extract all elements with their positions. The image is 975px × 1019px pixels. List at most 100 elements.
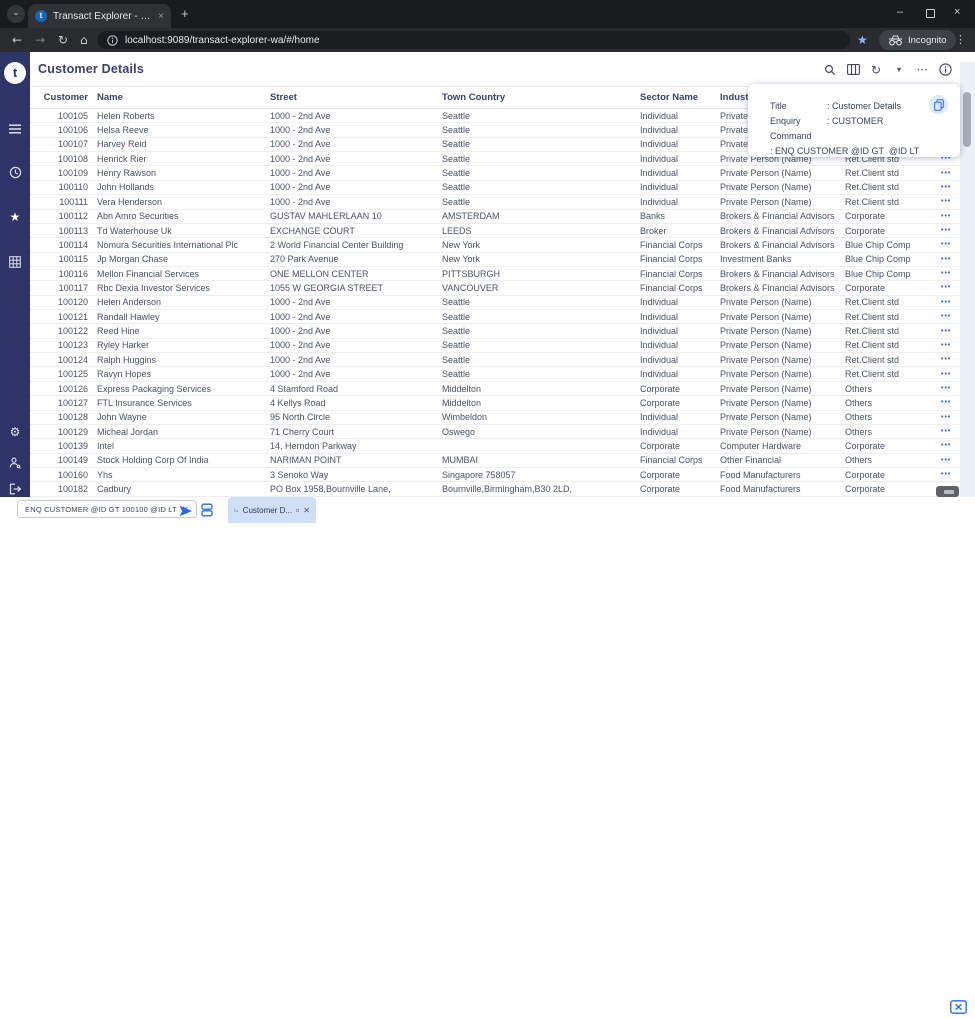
cell: Corporate xyxy=(845,484,886,495)
table-row[interactable]: 100127 FTL Insurance Services 4 Kellys Roa… xyxy=(30,396,960,411)
user-access-icon[interactable] xyxy=(0,456,30,474)
row-actions-button[interactable]: ••• xyxy=(941,241,960,248)
new-tab-button[interactable]: + xyxy=(181,6,189,21)
favorites-star-icon[interactable]: ★ xyxy=(0,210,30,224)
row-actions-button[interactable]: ••• xyxy=(941,471,960,478)
row-actions-button[interactable]: ••• xyxy=(941,356,960,363)
browser-tab[interactable]: t Transact Explorer - Model Bank × xyxy=(28,4,171,28)
row-actions-button[interactable]: ••• xyxy=(941,270,960,277)
table-row[interactable]: 100122 Reed Hine 1000 - 2nd Ave Seattle Indi… xyxy=(30,324,960,339)
bookmark-star-icon[interactable]: ★ xyxy=(857,28,868,52)
app-logo[interactable]: t xyxy=(4,62,26,84)
address-bar[interactable]: localhost:9089/transact-explorer-wa/#/ho… xyxy=(97,31,850,49)
row-actions-button[interactable]: ••• xyxy=(941,385,960,392)
cell: 100110 xyxy=(58,182,88,193)
row-actions-button[interactable]: ••• xyxy=(941,170,960,177)
browser-menu-icon[interactable]: ⋮ xyxy=(955,28,966,52)
table-row[interactable]: 100120 Helen Anderson 1000 - 2nd Ave Seattl… xyxy=(30,296,960,311)
home-icon[interactable]: ⌂ xyxy=(80,28,88,52)
table-row[interactable]: 100126 Express Packaging Services 4 Stamfo… xyxy=(30,382,960,397)
row-actions-button[interactable]: ••• xyxy=(941,198,960,205)
column-header-customer[interactable]: Customer xyxy=(30,92,88,103)
table-row[interactable]: 100117 Rbc Dexia Investor Services 1055 W … xyxy=(30,281,960,296)
column-header-sector-name[interactable]: Sector Name xyxy=(640,92,720,103)
svg-text:A: A xyxy=(236,508,238,512)
cell: Intel xyxy=(97,440,115,451)
vertical-scrollbar[interactable] xyxy=(960,62,975,497)
row-actions-button[interactable]: ••• xyxy=(941,399,960,406)
drag-handle[interactable] xyxy=(936,486,959,497)
table-row[interactable]: 100112 Abn Amro Securities GUSTAV MAHLERLA… xyxy=(30,210,960,224)
window-maximize-button[interactable] xyxy=(926,9,935,18)
column-header-street[interactable]: Street xyxy=(270,92,442,103)
table-row[interactable]: 100182 Cadbury PO Box 1958,Bournville Lane… xyxy=(30,482,960,497)
open-in-window-icon[interactable] xyxy=(296,506,300,515)
open-tab-close-icon[interactable]: ✕ xyxy=(303,506,310,515)
back-icon[interactable]: ← xyxy=(12,28,22,52)
row-actions-button[interactable]: ••• xyxy=(941,256,960,263)
window-minimize-button[interactable]: – xyxy=(897,6,903,18)
table-row[interactable]: 100125 Ravyn Hopes 1000 - 2nd Ave Seattle In… xyxy=(30,367,960,382)
row-actions-button[interactable]: ••• xyxy=(941,313,960,320)
row-actions-button[interactable]: ••• xyxy=(941,342,960,349)
row-actions-button[interactable]: ••• xyxy=(941,284,960,291)
column-header-town-country[interactable]: Town Country xyxy=(442,92,640,103)
cell: 100117 xyxy=(58,282,88,293)
table-row[interactable]: 100124 Ralph Huggins 1000 - 2nd Ave Seattle… xyxy=(30,353,960,368)
browser-tabstrip: ⌄ t Transact Explorer - Model Bank × + –… xyxy=(0,0,975,28)
apps-grid-icon[interactable] xyxy=(0,255,30,273)
columns-icon[interactable] xyxy=(846,64,860,75)
row-actions-button[interactable]: ••• xyxy=(941,371,960,378)
table-row[interactable]: 100114 Nomura Securities International Pl… xyxy=(30,238,960,253)
table-row[interactable]: 100113 Td Waterhouse Uk EXCHANGE COURT LEED… xyxy=(30,224,960,239)
open-screen-tab[interactable]: A Customer D... ✕ xyxy=(228,497,316,523)
forward-icon[interactable]: → xyxy=(35,28,45,52)
menu-icon[interactable] xyxy=(0,121,30,139)
table-row[interactable]: 100160 Yhs 3 Senoko Way Singapore 758057 Cor… xyxy=(30,468,960,483)
table-row[interactable]: 100128 John Wayne 95 North Circle Wimbeldon… xyxy=(30,411,960,425)
row-actions-button[interactable]: ••• xyxy=(941,227,960,234)
history-icon[interactable] xyxy=(0,166,30,184)
more-options-icon[interactable]: ⋯ xyxy=(915,63,929,76)
cell: 1000 - 2nd Ave xyxy=(270,297,331,308)
row-actions-button[interactable]: ••• xyxy=(941,442,960,449)
row-actions-button[interactable]: ••• xyxy=(941,328,960,335)
table-row[interactable]: 100115 Jp Morgan Chase 270 Park Avenue New … xyxy=(30,253,960,267)
site-info-icon[interactable] xyxy=(107,34,118,46)
row-actions-button[interactable]: ••• xyxy=(941,457,960,464)
table-row[interactable]: 100121 Randall Hawley 1000 - 2nd Ave Seattl… xyxy=(30,310,960,325)
send-command-icon[interactable] xyxy=(179,504,193,522)
table-row[interactable]: 100139 Intel 14, Herndon Parkway Corporate C… xyxy=(30,439,960,454)
cell: Banks xyxy=(640,211,666,222)
row-actions-button[interactable]: ••• xyxy=(941,213,960,220)
search-icon[interactable] xyxy=(823,64,837,76)
table-row[interactable]: 100109 Henry Rawson 1000 - 2nd Ave Seattle I… xyxy=(30,166,960,181)
tab-search-button[interactable]: ⌄ xyxy=(7,5,25,23)
chevron-down-icon[interactable]: ▾ xyxy=(892,65,906,74)
table-row[interactable]: 100123 Ryley Harker 1000 - 2nd Ave Seattle I… xyxy=(30,339,960,354)
table-row[interactable]: 100111 Vera Henderson 1000 - 2nd Ave Seattl… xyxy=(30,195,960,210)
tab-close-icon[interactable]: × xyxy=(158,11,164,22)
dismiss-keyboard-icon[interactable] xyxy=(950,1000,967,1019)
scrollbar-thumb[interactable] xyxy=(963,92,971,147)
copy-button[interactable] xyxy=(929,95,948,114)
row-actions-button[interactable]: ••• xyxy=(941,428,960,435)
window-close-button[interactable]: × xyxy=(954,6,960,18)
command-stack-icon[interactable] xyxy=(201,503,213,522)
row-actions-button[interactable]: ••• xyxy=(941,414,960,421)
popover-enquiry-value: : CUSTOMER xyxy=(827,116,884,126)
row-actions-button[interactable]: ••• xyxy=(941,299,960,306)
command-input-chip[interactable]: ENQ CUSTOMER @ID GT 100100 @ID LT ✕ xyxy=(17,500,197,518)
table-row[interactable]: 100116 Mellon Financial Services ONE MELLO… xyxy=(30,267,960,282)
refresh-icon[interactable]: ↻ xyxy=(869,63,883,77)
row-actions-button[interactable]: ••• xyxy=(941,184,960,191)
settings-gear-icon[interactable]: ⚙ xyxy=(0,425,30,439)
cell: Brokers & Financial Advisors xyxy=(720,282,835,293)
table-row[interactable]: 100110 John Hollands 1000 - 2nd Ave Seattle… xyxy=(30,181,960,196)
table-row[interactable]: 100129 Micheal Jordan 71 Cherry Court Osweg… xyxy=(30,425,960,440)
table-row[interactable]: 100149 Stock Holding Corp Of India NARIMAN… xyxy=(30,454,960,468)
column-header-name[interactable]: Name xyxy=(88,92,270,103)
cell: Others xyxy=(845,397,873,408)
reload-icon[interactable]: ↻ xyxy=(58,28,68,52)
info-icon[interactable] xyxy=(938,63,952,76)
